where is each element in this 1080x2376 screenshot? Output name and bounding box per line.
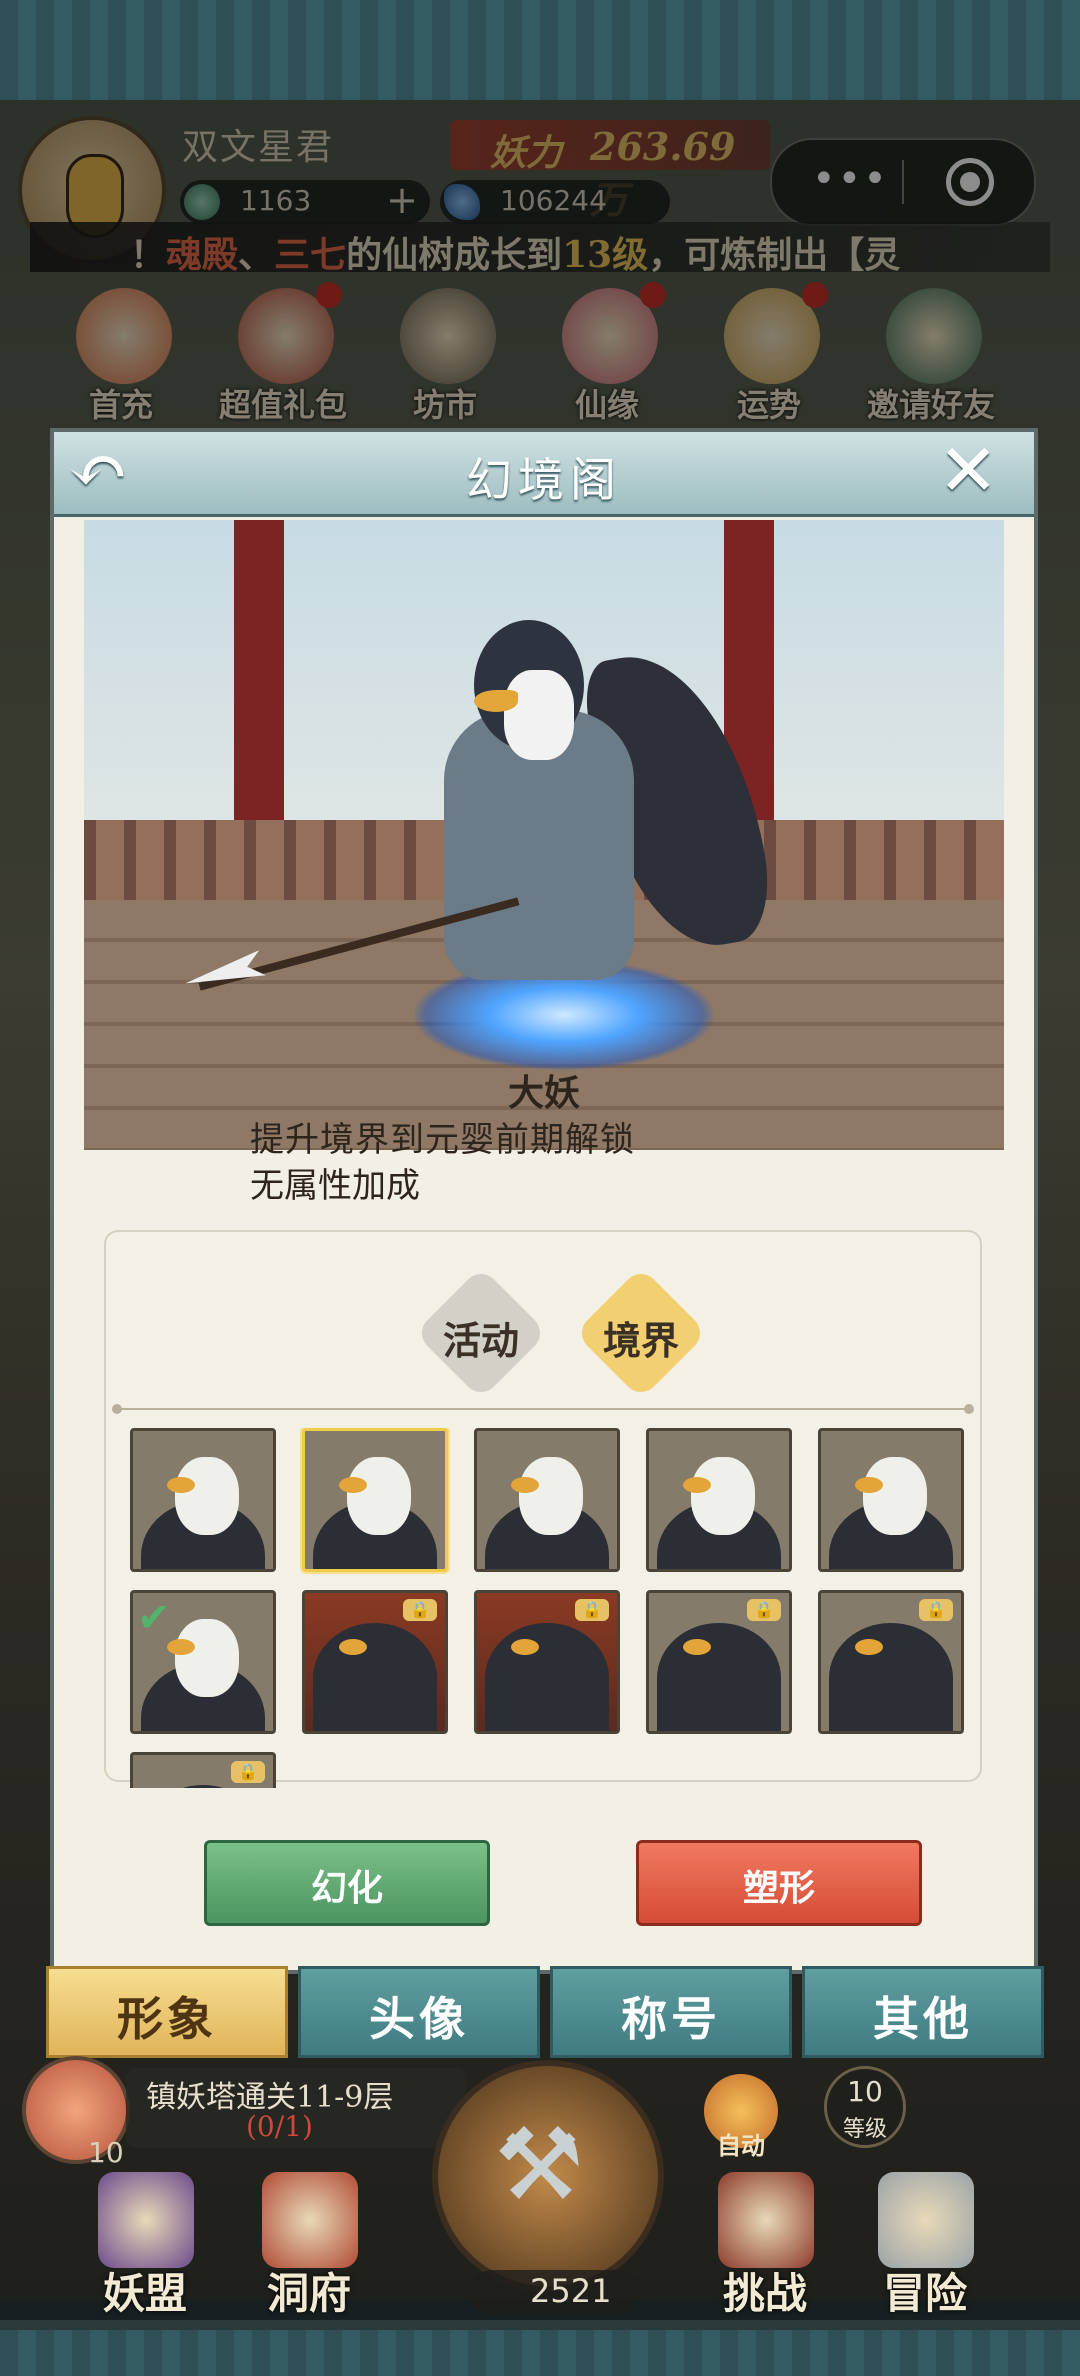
bird-beak <box>339 1477 367 1493</box>
tab-realm-label: 境界 <box>602 1318 679 1363</box>
bird-face <box>175 1457 239 1535</box>
tab-appearance-label: 形象 <box>117 1992 217 2046</box>
bird-beak <box>167 1477 195 1493</box>
bird-beak <box>855 1639 883 1655</box>
lock-icon: 🔒 <box>919 1599 953 1621</box>
bird-beak <box>683 1639 711 1655</box>
quest-progress: (0/1) <box>246 2110 313 2143</box>
close-icon[interactable]: ✕ <box>938 434 1008 506</box>
unlock-requirement: 提升境界到元婴前期解锁 <box>250 1120 635 1160</box>
tab-activity-label: 活动 <box>442 1318 519 1363</box>
bird-face <box>347 1457 411 1535</box>
level-badge: 10 等级 <box>824 2066 906 2148</box>
bird-face <box>519 1457 583 1535</box>
nav-1[interactable]: 洞府 <box>234 2168 384 2318</box>
tab-appearance[interactable]: 形象 <box>46 1966 288 2058</box>
tab-avatar-label: 头像 <box>369 1992 469 2046</box>
bird-warrior-face <box>504 670 574 760</box>
nav-label: 洞府 <box>266 2269 351 2318</box>
bird-dark-body <box>657 1623 781 1731</box>
skin-thumbnail[interactable] <box>474 1428 620 1572</box>
skin-thumbnail[interactable]: 🔒 <box>302 1590 448 1734</box>
tab-title-label: 称号 <box>621 1992 721 2046</box>
nav-0[interactable]: 妖盟 <box>70 2168 220 2318</box>
tab-other-label: 其他 <box>873 1992 973 2046</box>
bird-beak <box>855 1477 883 1493</box>
skin-selection-panel: 活动 境界 ✔ 🔒 🔒 🔒 🔒 🔒 <box>106 1232 980 1788</box>
attack-button[interactable]: ⚒ <box>432 2060 664 2292</box>
bird-face <box>863 1457 927 1535</box>
peach-count: 10 <box>88 2136 124 2169</box>
character-preview <box>84 520 1004 1150</box>
bird-face <box>175 1619 239 1697</box>
nav-3[interactable]: 冒险 <box>850 2168 1000 2318</box>
bird-dark-body <box>485 1623 609 1731</box>
adventure-icon <box>878 2172 974 2268</box>
level-number: 10 <box>847 2075 883 2108</box>
alliance-icon <box>98 2172 194 2268</box>
transform-button-label: 幻化 <box>310 1867 383 1909</box>
auto-label: 自动 <box>717 2131 765 2160</box>
bird-dark-body <box>141 1785 265 1788</box>
lock-icon: 🔒 <box>403 1599 437 1621</box>
dialog-header: ↶ 幻境阁 ✕ <box>54 432 1034 517</box>
lock-icon: 🔒 <box>575 1599 609 1621</box>
challenge-icon <box>718 2172 814 2268</box>
tab-realm[interactable]: 境界 <box>574 1266 708 1400</box>
gold-counter: 2521 <box>470 2270 640 2314</box>
tab-activity[interactable]: 活动 <box>414 1266 548 1400</box>
skin-thumbnail[interactable] <box>130 1428 276 1572</box>
bird-beak <box>167 1639 195 1655</box>
tab-title[interactable]: 称号 <box>550 1966 792 2058</box>
bottom-decor-band <box>0 2330 1080 2376</box>
bird-beak <box>511 1477 539 1493</box>
bird-beak <box>339 1639 367 1655</box>
skin-thumbnail[interactable]: 🔒 <box>474 1590 620 1734</box>
level-label: 等级 <box>842 2117 887 2142</box>
top-decor-band <box>0 0 1080 100</box>
red-pillar <box>234 520 284 830</box>
dialog-title: 幻境阁 <box>466 453 622 507</box>
axe-icon: ⚒ <box>494 2106 584 2223</box>
bird-face <box>691 1457 755 1535</box>
nav-2[interactable]: 挑战 <box>690 2168 840 2318</box>
tab-other[interactable]: 其他 <box>802 1966 1044 2058</box>
nav-label: 挑战 <box>722 2269 807 2318</box>
skin-thumbnail[interactable]: 🔒 <box>130 1752 276 1788</box>
skin-grid: ✔ 🔒 🔒 🔒 🔒 🔒 <box>130 1428 970 1788</box>
transform-button[interactable]: 幻化 <box>204 1840 490 1926</box>
gold-amount: 2521 <box>530 2272 612 2310</box>
tab-avatar[interactable]: 头像 <box>298 1966 540 2058</box>
bird-warrior-beak <box>474 690 518 712</box>
bird-beak <box>683 1477 711 1493</box>
skin-thumbnail[interactable] <box>302 1428 448 1572</box>
nav-label: 妖盟 <box>102 2269 187 2318</box>
bird-dark-body <box>829 1623 953 1731</box>
quest-tracker[interactable]: 镇妖塔通关11-9层 (0/1) <box>126 2068 466 2148</box>
skin-thumbnail[interactable]: 🔒 <box>818 1590 964 1734</box>
lock-icon: 🔒 <box>231 1761 265 1783</box>
bird-dark-body <box>313 1623 437 1731</box>
lock-icon: 🔒 <box>747 1599 781 1621</box>
auto-battle-button[interactable]: 自动 <box>704 2074 778 2160</box>
equipped-check-icon: ✔ <box>137 1595 171 1641</box>
skin-thumbnail[interactable]: 🔒 <box>646 1590 792 1734</box>
nav-label: 冒险 <box>882 2269 967 2318</box>
phantom-pavilion-dialog: ↶ 幻境阁 ✕ 大妖 提升境界到元婴前期解锁 无属性加成 活动 境界 ✔ 🔒 🔒 🔒 🔒… <box>50 428 1038 1974</box>
reshape-button[interactable]: 塑形 <box>636 1840 922 1926</box>
skin-thumbnail[interactable]: ✔ <box>130 1590 276 1734</box>
skin-thumbnail[interactable] <box>646 1428 792 1572</box>
panel-divider <box>112 1404 974 1414</box>
reshape-button-label: 塑形 <box>742 1867 815 1909</box>
attribute-bonus: 无属性加成 <box>250 1166 420 1206</box>
skin-thumbnail[interactable] <box>818 1428 964 1572</box>
cave-residence-icon <box>262 2172 358 2268</box>
bird-beak <box>511 1639 539 1655</box>
character-name: 大妖 <box>507 1072 580 1114</box>
